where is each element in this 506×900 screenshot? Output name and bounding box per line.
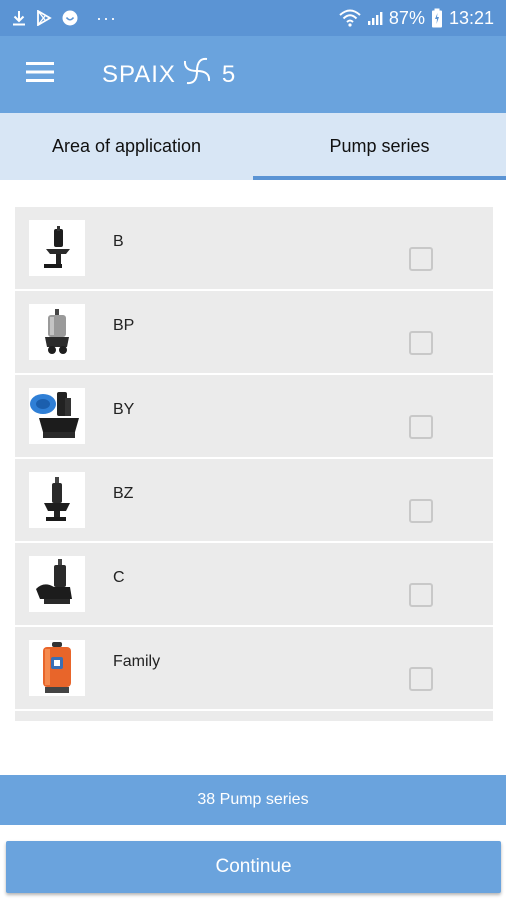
logo-text: SPAIX	[102, 60, 176, 88]
tab-label: Pump series	[329, 136, 430, 156]
list-item[interactable]: BZ	[15, 459, 493, 543]
tab-label: Area of application	[51, 136, 202, 156]
pump-series-list: B BP BY BZ C Family	[15, 207, 493, 721]
pump-bz-image	[29, 472, 85, 528]
app-bar: SPAIX 5	[0, 36, 506, 113]
tab-area-of-application[interactable]: Area of application	[0, 113, 253, 180]
continue-button[interactable]: Continue	[6, 841, 501, 893]
tab-pump-series[interactable]: Pump series	[253, 113, 506, 180]
menu-button[interactable]	[0, 36, 80, 113]
pump-family-image	[29, 640, 85, 696]
pump-series-label: BP	[113, 317, 135, 334]
pump-series-checkbox[interactable]	[409, 499, 433, 523]
clock-time: 13:21	[448, 7, 494, 28]
pump-series-label: B	[113, 233, 124, 250]
more-notifications-indicator: ···	[96, 7, 117, 28]
wifi-icon	[339, 9, 361, 27]
pump-series-label: Family	[113, 653, 161, 670]
swirl-logo-icon	[180, 54, 214, 95]
pump-series-count: 38 Pump series	[197, 791, 309, 808]
pump-series-label: BZ	[113, 485, 134, 502]
list-item[interactable]: BY	[15, 375, 493, 459]
pump-c-image	[29, 556, 85, 612]
pump-series-checkbox[interactable]	[409, 667, 433, 691]
pump-series-checkbox[interactable]	[409, 583, 433, 607]
pump-bp-image	[29, 304, 85, 360]
pump-series-count-bar: 38 Pump series	[0, 775, 506, 825]
list-item[interactable]: B	[15, 207, 493, 291]
battery-percentage: 87%	[388, 7, 425, 28]
status-bar: ··· 87% 13:21	[0, 0, 506, 36]
list-item[interactable]: C	[15, 543, 493, 627]
signal-icon	[367, 10, 383, 26]
tab-bar: Area of application Pump series	[0, 113, 506, 180]
face-icon	[62, 10, 78, 26]
download-icon	[12, 10, 26, 26]
pump-series-label: C	[113, 569, 125, 586]
app-version: 5	[221, 60, 237, 88]
pump-series-label: BY	[113, 401, 135, 418]
pump-by-image	[29, 388, 85, 444]
list-item[interactable]: Family	[15, 627, 493, 711]
pump-series-checkbox[interactable]	[409, 415, 433, 439]
list-item[interactable]: BP	[15, 291, 493, 375]
hamburger-menu-icon	[26, 62, 54, 87]
play-store-icon	[36, 10, 52, 26]
pump-series-checkbox[interactable]	[409, 331, 433, 355]
battery-icon	[431, 8, 443, 28]
continue-label: Continue	[215, 856, 292, 877]
pump-b-image	[29, 220, 85, 276]
pump-series-checkbox[interactable]	[409, 247, 433, 271]
app-logo: SPAIX 5	[102, 54, 236, 95]
